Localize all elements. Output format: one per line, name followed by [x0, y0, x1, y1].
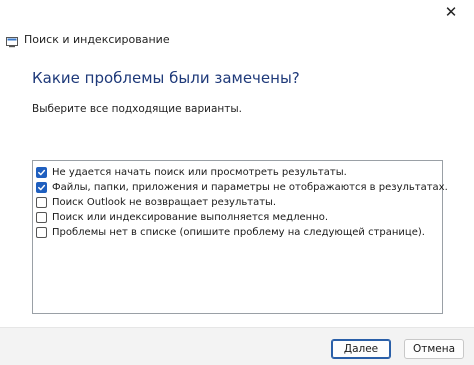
close-icon: ✕: [444, 3, 458, 21]
window-header: Поиск и индексирование: [6, 30, 170, 48]
option-label: Проблемы нет в списке (опишите проблему …: [52, 227, 425, 238]
checkbox-outlook-no-results[interactable]: [36, 197, 47, 208]
checkbox-search-slow[interactable]: [36, 212, 47, 223]
checkbox-items-not-in-results[interactable]: [36, 182, 47, 193]
checkmark-icon: [38, 169, 46, 176]
dialog-footer: Далее Отмена: [0, 327, 474, 365]
troubleshooter-app-icon: [6, 33, 18, 48]
checkbox-problem-not-listed[interactable]: [36, 227, 47, 238]
page-heading: Какие проблемы были замечены?: [32, 69, 300, 87]
instruction-text: Выберите все подходящие варианты.: [32, 103, 243, 115]
window-title: Поиск и индексирование: [24, 32, 170, 46]
option-search-not-starting[interactable]: Не удается начать поиск или просмотреть …: [36, 165, 347, 180]
next-button[interactable]: Далее: [331, 339, 391, 359]
option-problem-not-listed[interactable]: Проблемы нет в списке (опишите проблему …: [36, 225, 425, 240]
option-label: Поиск Outlook не возвращает результаты.: [52, 197, 277, 208]
option-label: Файлы, папки, приложения и параметры не …: [52, 182, 448, 193]
option-label: Не удается начать поиск или просмотреть …: [52, 167, 347, 178]
options-list: Не удается начать поиск или просмотреть …: [32, 160, 448, 314]
option-outlook-no-results[interactable]: Поиск Outlook не возвращает результаты.: [36, 195, 276, 210]
option-label: Поиск или индексирование выполняется мед…: [52, 212, 329, 223]
option-items-not-in-results[interactable]: Файлы, папки, приложения и параметры не …: [36, 180, 448, 195]
close-button[interactable]: ✕: [428, 0, 474, 24]
checkbox-search-not-starting[interactable]: [36, 167, 47, 178]
option-search-slow[interactable]: Поиск или индексирование выполняется мед…: [36, 210, 328, 225]
checkmark-icon: [38, 184, 46, 191]
cancel-button[interactable]: Отмена: [404, 339, 464, 359]
